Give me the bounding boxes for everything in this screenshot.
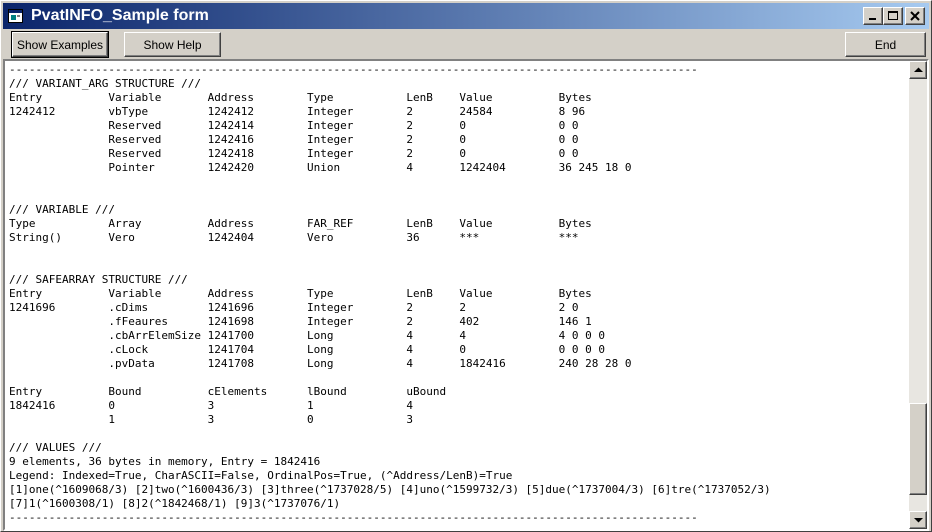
scroll-up-button[interactable] — [909, 61, 927, 79]
output-line: Pointer 1242420 Union 4 1242404 36 245 1… — [9, 161, 632, 174]
output-line: 9 elements, 36 bytes in memory, Entry = … — [9, 455, 321, 468]
output-line: String() Vero 1242404 Vero 36 *** *** — [9, 231, 579, 244]
app-window: PvatINFO_Sample form Show Examples Show … — [0, 0, 932, 532]
arrow-down-icon — [914, 518, 923, 523]
output-line: 1242412 vbType 1242412 Integer 2 24584 8… — [9, 105, 586, 118]
output-line: Entry Bound cElements lBound uBound — [9, 385, 447, 398]
output-line: 1 3 0 3 — [9, 413, 413, 426]
output-line: 1241696 .cDims 1241696 Integer 2 2 2 0 — [9, 301, 579, 314]
output-line: .pvData 1241708 Long 4 1842416 240 28 28… — [9, 357, 632, 370]
window-title: PvatINFO_Sample form — [31, 7, 209, 24]
output-line: 1842416 0 3 1 4 — [9, 399, 413, 412]
scroll-thumb[interactable] — [909, 403, 927, 495]
output-line: Entry Variable Address Type LenB Value B… — [9, 91, 592, 104]
output-line: /// VALUES /// — [9, 441, 102, 454]
close-icon — [910, 11, 920, 21]
minimize-button[interactable] — [863, 7, 883, 25]
output-line: Legend: Indexed=True, CharASCII=False, O… — [9, 469, 513, 482]
output-line: Reserved 1242418 Integer 2 0 0 0 — [9, 147, 579, 160]
output-line: ----------------------------------------… — [9, 63, 698, 76]
vb-form-icon — [8, 9, 23, 23]
output-line: .cLock 1241704 Long 4 0 0 0 0 0 — [9, 343, 606, 356]
output-line: /// SAFEARRAY STRUCTURE /// — [9, 273, 188, 286]
output-text[interactable]: ----------------------------------------… — [9, 63, 907, 529]
scroll-down-button[interactable] — [909, 511, 927, 529]
maximize-icon — [888, 11, 898, 20]
output-line: Type Array Address FAR_REF LenB Value By… — [9, 217, 592, 230]
output-line: [7]1(^1600308/1) [8]2(^1842468/1) [9]3(^… — [9, 497, 341, 510]
show-help-button[interactable]: Show Help — [124, 32, 221, 57]
minimize-icon — [869, 18, 876, 20]
output-line: ----------------------------------------… — [9, 511, 698, 524]
output-textbox[interactable]: ----------------------------------------… — [3, 59, 929, 531]
output-line: /// VARIANT_ARG STRUCTURE /// — [9, 77, 202, 90]
close-button[interactable] — [905, 7, 925, 25]
vertical-scrollbar[interactable] — [909, 61, 927, 529]
output-line: .cbArrElemSize 1241700 Long 4 4 4 0 0 0 — [9, 329, 606, 342]
maximize-button[interactable] — [883, 7, 903, 25]
output-line: .fFeaures 1241698 Integer 2 402 146 1 — [9, 315, 592, 328]
show-examples-button[interactable]: Show Examples — [11, 31, 109, 58]
arrow-up-icon — [914, 67, 923, 72]
end-button[interactable]: End — [845, 32, 926, 57]
output-line: [1]one(^1609068/3) [2]two(^1600436/3) [3… — [9, 483, 771, 496]
title-bar[interactable]: PvatINFO_Sample form — [3, 3, 929, 29]
output-line: /// VARIABLE /// — [9, 203, 115, 216]
output-line: Reserved 1242414 Integer 2 0 0 0 — [9, 119, 579, 132]
output-line: Entry Variable Address Type LenB Value B… — [9, 287, 592, 300]
output-line: Reserved 1242416 Integer 2 0 0 0 — [9, 133, 579, 146]
